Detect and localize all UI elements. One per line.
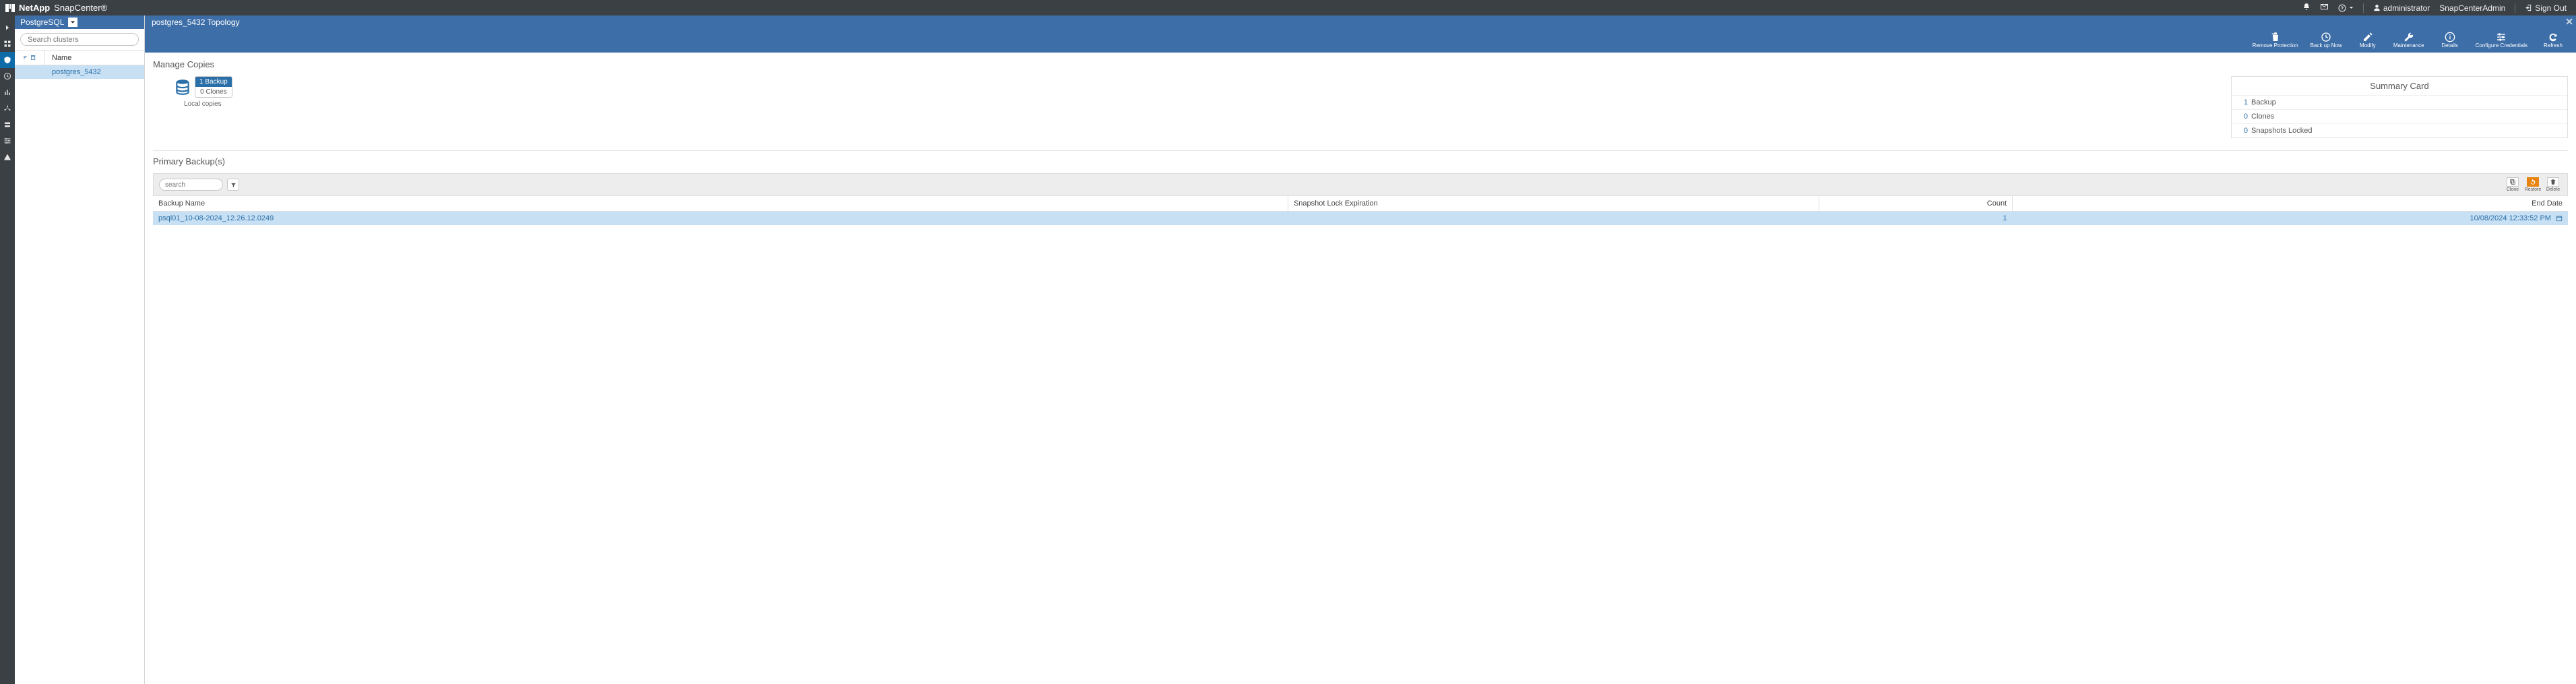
close-icon[interactable]: ✕ [2565,16,2573,28]
remove-protection-button[interactable]: Remove Protection [2253,32,2298,49]
rail-settings[interactable] [0,133,15,149]
backup-count-pill: 1 Backup 0 Clones [195,76,232,98]
brand-company: NetApp [19,3,50,13]
details-button[interactable]: Details [2437,32,2463,49]
primary-backups-title: Primary Backup(s) [153,156,2568,166]
rail-reports[interactable] [0,84,15,100]
topbar-actions: ? administrator SnapCenterAdmin Sign Out [2302,3,2571,13]
refresh-button[interactable]: Refresh [2540,32,2567,49]
cluster-row[interactable]: postgres_5432 [15,65,144,79]
col-end-date[interactable]: End Date [2013,196,2568,212]
plugin-dropdown[interactable] [68,18,77,27]
netapp-logo-icon [5,4,15,12]
page-title: postgres_5432 Topology [145,15,2576,29]
signout-button[interactable]: Sign Out [2525,3,2567,13]
col-lock-expiration[interactable]: Snapshot Lock Expiration [1288,196,1819,212]
name-column-header[interactable]: Name [45,54,71,62]
cluster-name: postgres_5432 [52,68,101,76]
clone-icon [2507,177,2519,187]
manage-copies-title: Manage Copies [153,59,2568,69]
cell-backup-name: psql01_10-08-2024_12.26.12.0249 [153,212,1288,226]
mail-icon[interactable] [2320,3,2329,13]
divider [153,150,2568,151]
summary-title: Summary Card [2232,77,2567,95]
nav-rail [0,15,15,684]
configure-credentials-button[interactable]: Configure Credentials [2476,32,2527,49]
rail-dashboard[interactable] [0,36,15,52]
cell-count: 1 [1819,212,2013,226]
cluster-search-wrap [15,29,144,51]
cluster-panel: PostgreSQL Name postgres_5432 [15,15,145,684]
database-icon [173,77,192,96]
brand: NetApp SnapCenter® [5,3,107,13]
backup-count: 1 Backup [195,77,232,87]
local-copies-label: Local copies [184,100,222,108]
sort-toggle[interactable] [15,51,45,65]
backups-search-input[interactable] [159,179,223,191]
col-count[interactable]: Count [1819,196,2013,212]
col-backup-name[interactable]: Backup Name [153,196,1288,212]
banner-actions: Remove Protection Back up Now Modify Mai… [145,29,2576,53]
rail-alerts[interactable] [0,149,15,165]
rail-resources[interactable] [0,52,15,68]
table-header-row: Backup Name Snapshot Lock Expiration Cou… [153,196,2568,212]
brand-product: SnapCenter® [54,3,107,13]
delete-button[interactable]: Delete [2544,177,2562,192]
modify-button[interactable]: Modify [2354,32,2381,49]
summary-clones[interactable]: 0 Clones [2232,109,2567,123]
bell-icon[interactable] [2302,3,2311,13]
role-label[interactable]: SnapCenterAdmin [2439,3,2505,13]
filter-button[interactable] [227,179,239,191]
local-copies-block[interactable]: 1 Backup 0 Clones Local copies [173,76,232,108]
rail-expand[interactable] [0,20,15,36]
restore-button[interactable]: Restore [2524,177,2542,192]
clone-button[interactable]: Clone [2504,177,2521,192]
restore-icon [2527,177,2539,187]
divider [2363,3,2364,13]
backups-toolbar: Clone Restore Delete [153,173,2568,196]
banner: postgres_5432 Topology ✕ Remove Protecti… [145,15,2576,53]
rail-storage[interactable] [0,117,15,133]
cluster-search-input[interactable] [20,33,139,46]
copies-row: 1 Backup 0 Clones Local copies Summary C… [153,76,2568,138]
cell-lock [1288,212,1819,226]
plugin-name: PostgreSQL [20,18,64,27]
rail-hosts[interactable] [0,100,15,117]
table-row[interactable]: psql01_10-08-2024_12.26.12.0249 1 10/08/… [153,212,2568,226]
summary-card: Summary Card 1 Backup 0 Clones 0 Snapsho… [2231,76,2568,138]
user-menu[interactable]: administrator [2373,3,2430,13]
backup-now-button[interactable]: Back up Now [2311,32,2342,49]
main: postgres_5432 Topology ✕ Remove Protecti… [145,15,2576,684]
calendar-icon [2556,215,2563,222]
summary-backups[interactable]: 1 Backup [2232,95,2567,109]
summary-snapshots-locked[interactable]: 0 Snapshots Locked [2232,123,2567,137]
rail-monitor[interactable] [0,68,15,84]
svg-text:?: ? [2341,6,2344,11]
plugin-header: PostgreSQL [15,15,144,29]
backups-table: Backup Name Snapshot Lock Expiration Cou… [153,196,2568,225]
signout-label: Sign Out [2535,3,2567,13]
maintenance-button[interactable]: Maintenance [2393,32,2424,49]
help-dropdown[interactable]: ? [2338,4,2354,12]
clone-count: 0 Clones [195,87,232,97]
cell-end-date: 10/08/2024 12:33:52 PM [2013,212,2568,226]
content: Manage Copies 1 Backup 0 Clones Local co… [145,53,2576,684]
topbar: NetApp SnapCenter® ? administrator SnapC… [0,0,2576,15]
delete-icon [2547,177,2559,187]
user-name: administrator [2383,3,2430,13]
cluster-list-header: Name [15,51,144,65]
